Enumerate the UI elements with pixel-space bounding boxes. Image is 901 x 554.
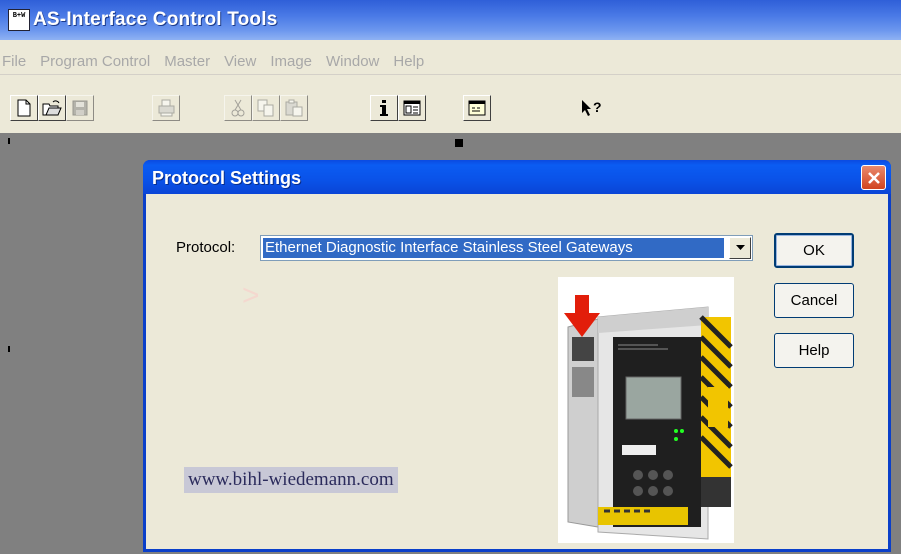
chevron-right-icon: > [242, 279, 260, 312]
paste-button[interactable] [280, 95, 308, 121]
cut-button[interactable] [224, 95, 252, 121]
close-button[interactable] [861, 165, 886, 190]
app-logo-text: B+W [12, 12, 26, 20]
open-button[interactable] [38, 95, 66, 121]
view-icon [403, 100, 421, 116]
title-strip [0, 40, 901, 50]
menu-bar: File Program Control Master View Image Window… [0, 50, 901, 75]
menu-file[interactable]: File [0, 50, 33, 73]
print-icon [158, 99, 175, 117]
menu-master[interactable]: Master [157, 50, 217, 73]
copy-icon [257, 99, 274, 117]
paste-icon [285, 99, 303, 117]
protocol-label: Protocol: [176, 239, 236, 256]
new-button[interactable] [10, 95, 38, 121]
protocol-select[interactable]: Ethernet Diagnostic Interface Stainless … [260, 235, 753, 261]
copy-button[interactable] [252, 95, 280, 121]
website-link[interactable]: www.bihl-wiedemann.com [184, 467, 398, 493]
save-button[interactable] [66, 95, 94, 121]
save-icon [72, 100, 88, 116]
chevron-down-icon [735, 245, 745, 250]
new-icon [17, 99, 31, 117]
resize-marker [455, 139, 463, 147]
toolbar: ? [0, 75, 901, 133]
menu-window[interactable]: Window [319, 50, 386, 73]
cancel-button[interactable]: Cancel [774, 283, 854, 318]
menu-help[interactable]: Help [386, 50, 431, 73]
svg-text:?: ? [593, 99, 602, 115]
context-help-icon: ? [582, 99, 602, 116]
protocol-value: Ethernet Diagnostic Interface Stainless … [263, 238, 724, 258]
menu-program-control[interactable]: Program Control [33, 50, 157, 73]
dialog-title-bar[interactable]: Protocol Settings [143, 160, 891, 194]
print-button[interactable] [152, 95, 180, 121]
info-icon [380, 100, 388, 116]
window-button[interactable] [463, 95, 491, 121]
protocol-settings-dialog: Protocol Settings Protocol: Ethernet Dia… [143, 160, 891, 552]
gateway-product-image [558, 277, 734, 543]
ok-button[interactable]: OK [774, 233, 854, 268]
window-icon [468, 100, 486, 116]
info-button[interactable] [370, 95, 398, 121]
context-help-button[interactable]: ? [578, 95, 606, 121]
app-title: AS-Interface Control Tools [33, 9, 278, 30]
resize-marker [8, 346, 10, 352]
dialog-title: Protocol Settings [152, 168, 302, 188]
view-button[interactable] [398, 95, 426, 121]
menu-image[interactable]: Image [263, 50, 319, 73]
app-logo-icon: B+W [8, 9, 30, 31]
close-icon [867, 171, 880, 184]
open-icon [42, 100, 62, 116]
app-title-bar[interactable]: B+W AS-Interface Control Tools [0, 0, 901, 40]
resize-marker [8, 138, 10, 144]
cut-icon [231, 99, 245, 117]
menu-view[interactable]: View [217, 50, 263, 73]
help-button[interactable]: Help [774, 333, 854, 368]
dropdown-button[interactable] [729, 237, 751, 259]
